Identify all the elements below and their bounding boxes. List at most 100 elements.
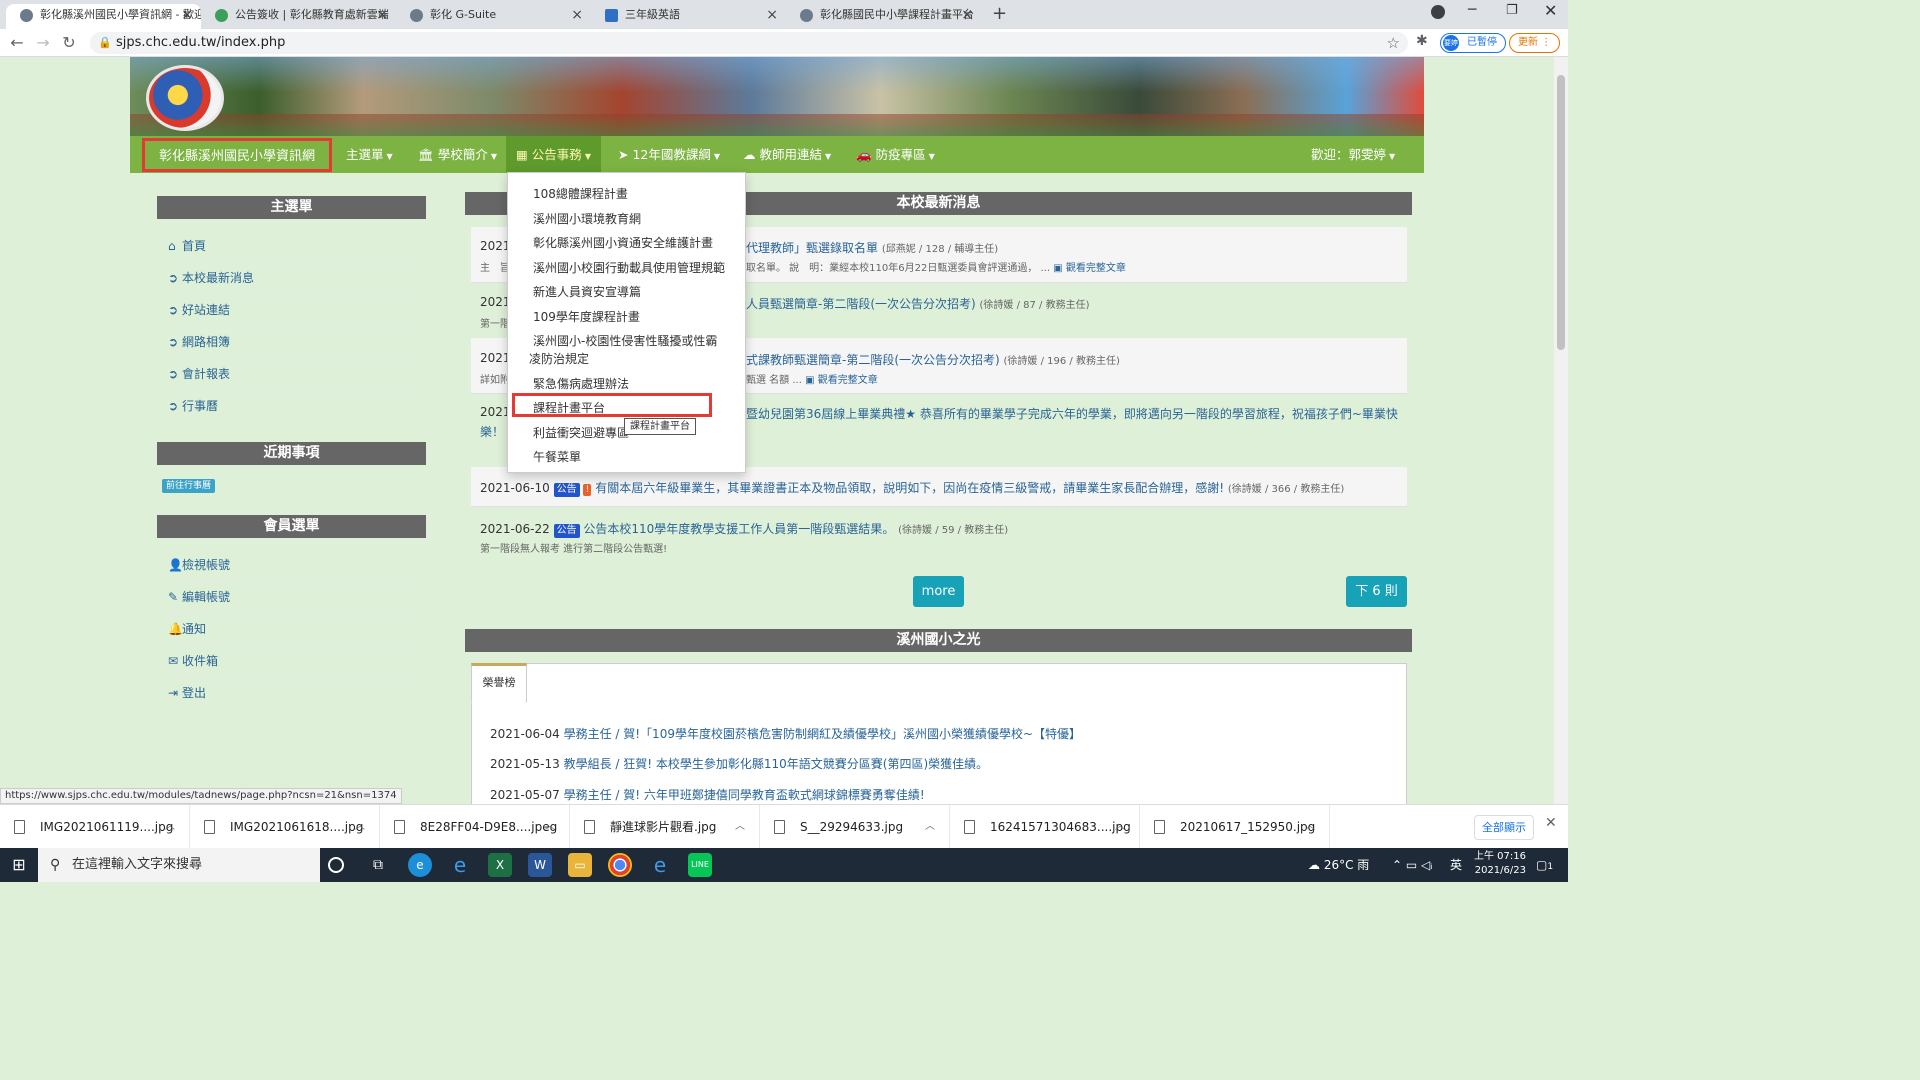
honor-item[interactable]: 2021-05-13 教學組長 / 狂賀! 本校學生參加彰化縣110年語文競賽分… bbox=[490, 755, 988, 772]
news-item-title[interactable]: 代理教師」甄選錄取名單 (邱燕妮 / 128 / 輔導主任) bbox=[746, 239, 998, 256]
chevron-up-icon[interactable]: ︿ bbox=[165, 805, 175, 849]
file-explorer-icon[interactable]: ▭ bbox=[568, 853, 592, 877]
ie-icon[interactable]: e bbox=[648, 853, 672, 877]
read-more-link[interactable]: ▣ 觀看完整文章 bbox=[805, 375, 878, 386]
honor-item[interactable]: 2021-05-07 學務主任 / 賀! 六年甲班鄭捷僖同學教育盃軟式網球錦標賽… bbox=[490, 786, 925, 803]
sidebar-item-notifications[interactable]: 🔔通知 bbox=[168, 613, 423, 645]
dropdown-item[interactable]: 彰化縣溪州國小資通安全維護計畫 bbox=[533, 234, 713, 251]
tray-icons[interactable]: ⌃ ▭ ◁ᵢ bbox=[1392, 848, 1432, 882]
tab-curriculum-platform[interactable]: 彰化縣國民中小學課程計畫平台 × bbox=[786, 4, 981, 29]
taskbar-search-input[interactable]: ⚲ 在這裡輸入文字來搜尋 bbox=[38, 848, 320, 882]
taskbar-clock[interactable]: 上午 07:16 2021/6/23 bbox=[1466, 850, 1526, 878]
close-tab-icon[interactable]: × bbox=[766, 4, 778, 26]
read-more-link[interactable]: ▣ 觀看完整文章 bbox=[1053, 263, 1126, 274]
sidebar-item-calendar[interactable]: ➲ 行事曆 bbox=[168, 390, 423, 422]
chevron-up-icon[interactable]: ︿ bbox=[735, 805, 745, 849]
dropdown-item[interactable]: 利益衝突迴避專區 bbox=[533, 424, 629, 441]
download-item[interactable]: IMG2021061618....jpg ︿ bbox=[190, 805, 380, 849]
download-item[interactable]: IMG2021061119....jpg ︿ bbox=[0, 805, 190, 849]
tab-gsuite[interactable]: 彰化 G-Suite × bbox=[396, 4, 591, 29]
dropdown-item[interactable]: 溪州國小校園行動載具使用管理規範 bbox=[533, 259, 725, 276]
more-news-button[interactable]: more bbox=[913, 576, 964, 607]
tab-search-icon[interactable] bbox=[1431, 5, 1445, 19]
nav-epidemic[interactable]: 🚗 防疫專區 ▼ bbox=[846, 136, 945, 173]
nav-school-intro[interactable]: 🏛 學校簡介 ▼ bbox=[408, 136, 507, 173]
tab-honor-roll[interactable]: 榮譽榜 bbox=[471, 663, 527, 703]
news-item[interactable]: 2021-06-22 公告 公告本校110學年度教學支援工作人員第一階段甄選結果… bbox=[480, 520, 1008, 538]
nav-main-menu[interactable]: 主選單 ▼ bbox=[336, 136, 403, 173]
download-item[interactable]: S__29294633.jpg ︿ bbox=[760, 805, 950, 849]
line-icon[interactable]: LINE bbox=[688, 853, 712, 877]
weather-widget[interactable]: ☁ 26°C 雨 bbox=[1308, 848, 1369, 882]
reload-icon[interactable]: ↻ bbox=[58, 32, 80, 54]
dropdown-item-cont[interactable]: 凌防治規定 bbox=[529, 350, 589, 367]
news-item-title[interactable]: 人員甄選簡章-第二階段(一次公告分次招考) (徐詩媛 / 87 / 教務主任) bbox=[746, 295, 1090, 312]
chevron-up-icon[interactable]: ︿ bbox=[355, 805, 365, 849]
chevron-up-icon[interactable]: ︿ bbox=[925, 805, 935, 849]
profile-button[interactable]: 要婷 已暫停 bbox=[1440, 33, 1506, 53]
nav-teacher-links[interactable]: ☁ 教師用連結 ▼ bbox=[733, 136, 841, 173]
sidebar-item-home[interactable]: ⌂ 首頁 bbox=[168, 230, 423, 262]
honor-item[interactable]: 2021-06-04 學務主任 / 賀!「109學年度校園菸檳危害防制網紅及績優… bbox=[490, 725, 1081, 742]
nav-user-welcome[interactable]: 歡迎：郭雯婷 ▼ bbox=[1301, 136, 1405, 173]
chevron-up-icon[interactable]: ︿ bbox=[1115, 805, 1125, 849]
dropdown-item[interactable]: 109學年度課程計畫 bbox=[533, 308, 640, 325]
forward-icon[interactable]: → bbox=[32, 32, 54, 54]
close-window-icon[interactable]: ✕ bbox=[1544, 1, 1557, 20]
address-bar[interactable]: 🔒 sjps.chc.edu.tw/index.php ☆ bbox=[90, 32, 1408, 54]
sidebar-item-links[interactable]: ➲ 好站連結 bbox=[168, 294, 423, 326]
dropdown-item[interactable]: 緊急傷病處理辦法 bbox=[533, 375, 629, 392]
chevron-up-icon[interactable]: ︿ bbox=[545, 805, 555, 849]
close-tab-icon[interactable]: × bbox=[571, 4, 583, 26]
news-item-title[interactable]: 式課教師甄選簡章-第二階段(一次公告分次招考) (徐詩媛 / 196 / 教務主… bbox=[746, 351, 1120, 368]
close-tab-icon[interactable]: × bbox=[961, 4, 973, 26]
sidebar-item-album[interactable]: ➲ 網路相簿 bbox=[168, 326, 423, 358]
sidebar-item-logout[interactable]: ⇥ 登出 bbox=[168, 677, 423, 709]
next-news-button[interactable]: 下 6 則 bbox=[1346, 576, 1407, 607]
news-item[interactable]: 2021-06-10 公告 ! 有關本屆六年級畢業生，其畢業證書正本及物品領取，… bbox=[480, 479, 1344, 497]
news-item-title[interactable]: 暨幼兒園第36屆線上畢業典禮★ 恭喜所有的畢業學子完成六年的學業，即將邁向另一階… bbox=[746, 405, 1398, 422]
minimize-icon[interactable]: ─ bbox=[1468, 2, 1476, 18]
maximize-icon[interactable]: ❐ bbox=[1506, 3, 1518, 18]
tab-announcements[interactable]: 公告簽收 | 彰化縣教育處新雲端 × bbox=[201, 4, 396, 29]
download-item[interactable]: 靜進球影片觀看.jpg ︿ bbox=[570, 805, 760, 849]
notification-icon[interactable]: ▢1 bbox=[1536, 848, 1553, 882]
sidebar-item-accounting[interactable]: ➲ 會計報表 bbox=[168, 358, 423, 390]
sidebar-item-view-account[interactable]: 👤檢視帳號 bbox=[168, 549, 423, 581]
news-item-title-cont[interactable]: 樂！ bbox=[480, 423, 504, 440]
new-tab-button[interactable]: + bbox=[992, 3, 1007, 24]
sidebar-item-latest-news[interactable]: ➲ 本校最新消息 bbox=[168, 262, 423, 294]
close-downloads-icon[interactable]: ✕ bbox=[1545, 815, 1557, 831]
dropdown-item[interactable]: 108總體課程計畫 bbox=[533, 185, 628, 202]
word-icon[interactable]: W bbox=[528, 853, 552, 877]
close-tab-icon[interactable]: × bbox=[376, 4, 388, 26]
edge-icon[interactable]: e bbox=[408, 853, 432, 877]
ime-indicator[interactable]: 英 bbox=[1450, 848, 1462, 882]
excel-icon[interactable]: X bbox=[488, 853, 512, 877]
download-item[interactable]: 20210617_152950.jpg ︿ bbox=[1140, 805, 1330, 849]
show-all-downloads-button[interactable]: 全部顯示 bbox=[1474, 815, 1534, 840]
back-icon[interactable]: ← bbox=[6, 32, 28, 54]
extensions-icon[interactable]: ✱ bbox=[1416, 33, 1428, 49]
close-tab-icon[interactable]: × bbox=[181, 4, 193, 26]
chevron-up-icon[interactable]: ︿ bbox=[1305, 805, 1315, 849]
update-button[interactable]: 更新 ⋮ bbox=[1509, 33, 1561, 53]
download-item[interactable]: 16241571304683....jpg ︿ bbox=[950, 805, 1140, 849]
tab-school-site[interactable]: 彰化縣溪州國民小學資訊網 - 歡迎 × bbox=[6, 4, 201, 29]
dropdown-item[interactable]: 溪州國小-校園性侵害性騷擾或性霸 bbox=[533, 332, 717, 349]
dropdown-item[interactable]: 午餐菜單 bbox=[533, 448, 581, 465]
site-title-link[interactable]: 彰化縣溪州國民小學資訊網 bbox=[142, 138, 333, 172]
go-calendar-button[interactable]: 前往行事曆 bbox=[162, 479, 216, 493]
nav-curriculum[interactable]: ➤ 12年國教課綱 ▼ bbox=[608, 136, 730, 173]
dropdown-item[interactable]: 新進人員資安宣導篇 bbox=[533, 283, 641, 300]
sidebar-item-edit-account[interactable]: ✎ 編輯帳號 bbox=[168, 581, 423, 613]
cortana-icon[interactable] bbox=[328, 857, 344, 873]
dropdown-item-curriculum-platform[interactable]: 課程計畫平台 bbox=[533, 399, 605, 416]
bookmark-star-icon[interactable]: ☆ bbox=[1387, 32, 1400, 54]
page-scrollbar[interactable] bbox=[1554, 57, 1568, 804]
windows-start-icon[interactable]: ⊞ bbox=[0, 848, 38, 882]
task-view-icon[interactable]: ⧉ bbox=[366, 853, 390, 877]
dropdown-item[interactable]: 溪州國小環境教育網 bbox=[533, 210, 641, 227]
ie-icon[interactable]: e bbox=[448, 853, 472, 877]
download-item[interactable]: 8E28FF04-D9E8....jpeg ︿ bbox=[380, 805, 570, 849]
